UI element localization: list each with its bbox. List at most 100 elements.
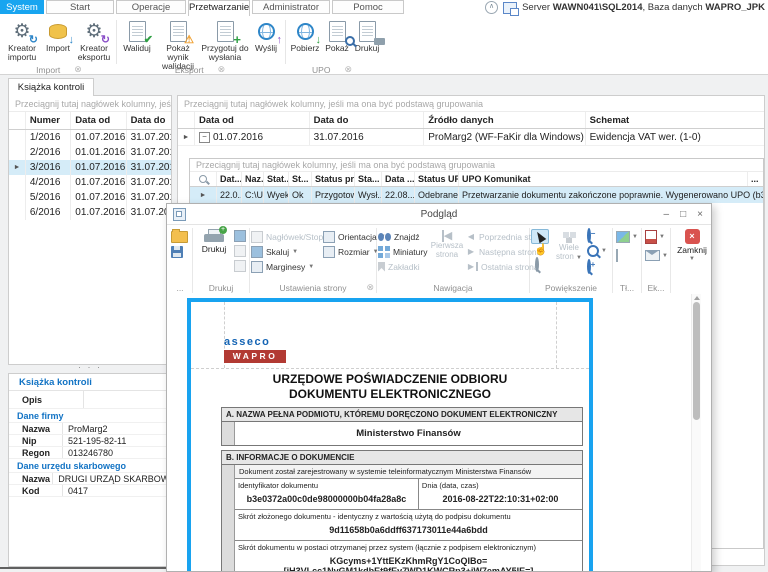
- col-data-do[interactable]: Data do: [126, 112, 171, 129]
- przygotuj-do-wyslania-button[interactable]: + Przygotuj do wysłania: [201, 18, 249, 62]
- next-page-button[interactable]: ▶Następna strona: [466, 244, 528, 259]
- info-row[interactable]: Regon 013246780: [9, 447, 171, 459]
- save-icon[interactable]: [171, 246, 183, 258]
- tab-operacje[interactable]: Operacje: [116, 0, 186, 14]
- print-selection-icon[interactable]: [234, 260, 246, 272]
- preview-title-bar[interactable]: Podgląd – □ ×: [167, 204, 711, 225]
- send-email-button[interactable]: ▼: [645, 250, 669, 261]
- document-title: URZĘDOWE POŚWIADCZENIE ODBIORU DOKUMENTU…: [191, 372, 589, 402]
- previous-page-button[interactable]: ◀Poprzednia strona: [466, 229, 528, 244]
- minimize-icon[interactable]: –: [664, 209, 670, 220]
- open-file-icon[interactable]: [171, 231, 188, 243]
- wyslij-button[interactable]: ↑ Wyślij: [249, 18, 283, 53]
- col-numer[interactable]: Numer: [25, 112, 70, 129]
- size-button[interactable]: Rozmiar▼: [323, 244, 375, 259]
- tab-system[interactable]: System: [0, 0, 44, 14]
- info-row[interactable]: Nazwa ProMarg2: [9, 423, 171, 435]
- scroll-up-icon[interactable]: [694, 296, 700, 300]
- texture-button[interactable]: [616, 250, 640, 261]
- col-dat[interactable]: Dat...: [216, 172, 241, 186]
- col-data-od[interactable]: Data od: [194, 112, 309, 128]
- collapse-group-icon[interactable]: ⊗: [366, 282, 374, 293]
- col-stat[interactable]: Stat...: [263, 172, 288, 186]
- col-status-upo[interactable]: Status UPO: [414, 172, 458, 186]
- col-st[interactable]: St...: [288, 172, 311, 186]
- watermark-button[interactable]: ▼: [616, 231, 640, 243]
- col-schemat[interactable]: Schemat: [585, 112, 764, 128]
- zoom-level-button[interactable]: ▼: [587, 245, 609, 257]
- col-naz[interactable]: Naz...: [241, 172, 263, 186]
- export-document-button[interactable]: ▼: [645, 230, 669, 244]
- import-button[interactable]: ↓ Import: [42, 18, 74, 53]
- col-status-przyg[interactable]: Status przyg...: [311, 172, 354, 186]
- preview-scrollbar[interactable]: [691, 294, 701, 571]
- tab-ksiazka-kontroli[interactable]: Książka kontroli: [8, 78, 94, 96]
- pobierz-icon: ↓: [292, 20, 318, 43]
- tab-start[interactable]: Start: [46, 0, 114, 14]
- collapse-group-icon[interactable]: ⊗: [218, 64, 226, 75]
- registered-note: Dokument został zarejestrowany w systemi…: [235, 465, 582, 479]
- close-icon[interactable]: ×: [697, 209, 703, 220]
- row-indicator-icon: ►: [200, 192, 207, 199]
- col-sta[interactable]: Sta...: [354, 172, 381, 186]
- thumbnails-button[interactable]: Miniatury: [378, 244, 428, 259]
- master-row[interactable]: ► −01.07.2016 31.07.2016 ProMarg2 (WF-Fa…: [178, 129, 764, 146]
- quick-print-icon[interactable]: [234, 230, 246, 242]
- document-page[interactable]: asseco WAPRO URZĘDOWE POŚWIADCZENIE ODBI…: [187, 298, 593, 571]
- drukuj-button[interactable]: Drukuj: [352, 18, 382, 53]
- collapse-group-icon[interactable]: ⊗: [74, 64, 82, 75]
- detail-row-selected[interactable]: ► 22.0... C:\U... Wyeks... Ok Przygotowa…: [190, 187, 763, 203]
- import-icon: ↓: [45, 20, 71, 43]
- scale-button[interactable]: Skaluj▼: [251, 244, 319, 259]
- close-preview-button[interactable]: × Zamknij ▼: [672, 229, 712, 262]
- kreator-eksportu-button[interactable]: ⚙↻ Kreator eksportu: [74, 18, 114, 62]
- col-upo-komunikat[interactable]: UPO Komunikat: [458, 172, 747, 186]
- table-row[interactable]: 6/2016 01.07.2016 31.07.2016: [9, 205, 171, 220]
- collapse-ribbon-icon[interactable]: ∧: [485, 1, 498, 14]
- hand-tool-button[interactable]: ☝: [531, 245, 551, 256]
- scrollbar-thumb[interactable]: [693, 302, 700, 420]
- header-footer-button[interactable]: Nagłówek/Stopka: [251, 229, 319, 244]
- last-page-button[interactable]: ▶Ostatnia strona: [466, 259, 528, 274]
- find-button[interactable]: Znajdź: [378, 229, 428, 244]
- pobierz-button[interactable]: ↓ Pobierz: [288, 18, 322, 53]
- waliduj-button[interactable]: ✔ Waliduj: [119, 18, 155, 53]
- col-data-do[interactable]: Data do: [309, 112, 424, 128]
- orientation-button[interactable]: Orientacja▼: [323, 229, 375, 244]
- table-row[interactable]: 5/2016 01.07.2016 31.07.2016: [9, 190, 171, 205]
- table-row[interactable]: 2/2016 01.01.2016 31.07.2016: [9, 145, 171, 160]
- margins-button[interactable]: Marginesy▼: [251, 259, 319, 274]
- collapse-group-icon[interactable]: ⊗: [344, 64, 352, 75]
- bookmarks-button[interactable]: Zakładki: [378, 259, 428, 274]
- col-more[interactable]: ...: [747, 172, 763, 186]
- ribbon: ⚙↻ Kreator importu ↓ Import ⚙↻ Kreator e…: [0, 16, 768, 75]
- col-data-od[interactable]: Data od: [70, 112, 125, 129]
- table-row[interactable]: 1/2016 01.07.2016 31.07.2016: [9, 130, 171, 145]
- first-page-button[interactable]: ◀ Pierwsza strona: [430, 229, 464, 281]
- search-icon[interactable]: [199, 175, 207, 183]
- info-row[interactable]: Nip 521-195-82-11: [9, 435, 171, 447]
- more-commands-button[interactable]: ...: [169, 283, 191, 293]
- maximize-icon[interactable]: □: [680, 209, 686, 220]
- opis-row[interactable]: Opis: [9, 391, 171, 409]
- multiple-pages-button[interactable]: Wiele stron ▼: [554, 229, 584, 281]
- tab-pomoc[interactable]: Pomoc: [332, 0, 404, 14]
- collapse-row-icon[interactable]: −: [199, 132, 210, 143]
- kreator-importu-button[interactable]: ⚙↻ Kreator importu: [2, 18, 42, 62]
- info-row[interactable]: Kod 0417: [9, 485, 171, 497]
- print-button[interactable]: + Drukuj: [194, 227, 234, 281]
- pokaz-button[interactable]: Pokaż: [322, 18, 352, 53]
- table-row-selected[interactable]: ► 3/2016 01.07.2016 31.07.2016: [9, 160, 171, 175]
- panel-splitter[interactable]: · · ·: [8, 365, 172, 373]
- pointer-tool-button[interactable]: [531, 229, 549, 244]
- table-row[interactable]: 4/2016 01.07.2016 31.07.2016: [9, 175, 171, 190]
- tab-przetwarzanie[interactable]: Przetwarzanie: [188, 0, 250, 16]
- col-zrodlo[interactable]: Źródło danych: [423, 112, 584, 128]
- info-row[interactable]: Nazwa DRUGI URZĄD SKARBOWY W TOR: [9, 473, 171, 485]
- col-data[interactable]: Data ...: [381, 172, 414, 186]
- print-dialog-icon[interactable]: [234, 245, 246, 257]
- zoom-in-button[interactable]: +: [587, 261, 609, 272]
- zoom-out-button[interactable]: −: [587, 230, 609, 241]
- magnifier-tool-button[interactable]: [535, 259, 547, 270]
- tab-administrator[interactable]: Administrator: [252, 0, 330, 14]
